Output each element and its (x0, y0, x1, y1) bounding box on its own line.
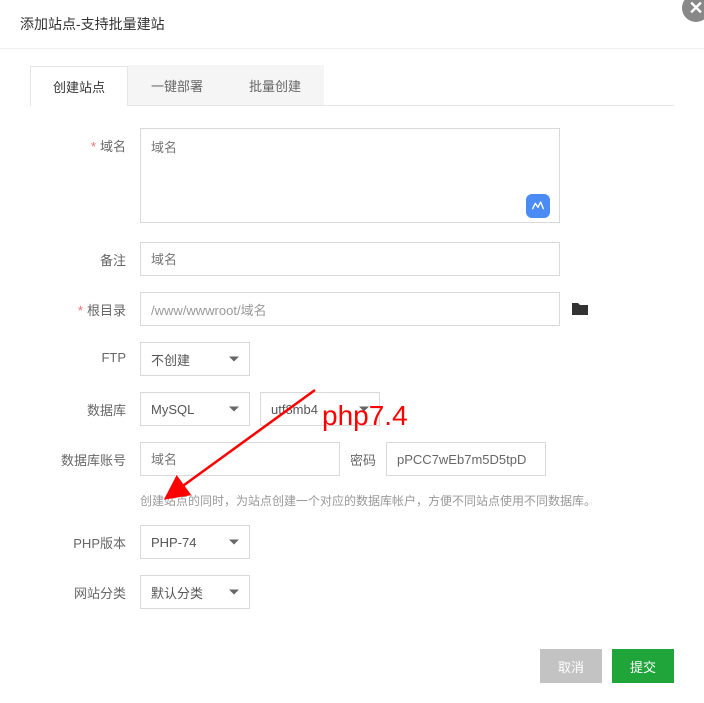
row-db-account: 数据库账号 密码 创建站点的同时，为站点创建一个对应的数据库帐户，方便不同站点使… (30, 442, 674, 509)
label-db-password: 密码 (350, 450, 376, 469)
db-help-text: 创建站点的同时，为站点创建一个对应的数据库帐户，方便不同站点使用不同数据库。 (140, 492, 674, 509)
add-site-modal: ✕ 添加站点-支持批量建站 创建站点 一键部署 批量创建 *域名 (0, 0, 704, 703)
category-select[interactable]: 默认分类 (140, 575, 250, 609)
database-type-select[interactable]: MySQL (140, 392, 250, 426)
row-ftp: FTP 不创建 (30, 342, 674, 376)
db-user-input[interactable] (140, 442, 340, 476)
db-password-input[interactable] (386, 442, 546, 476)
row-category: 网站分类 默认分类 (30, 575, 674, 609)
php-version-select[interactable]: PHP-74 (140, 525, 250, 559)
required-mark: * (78, 303, 83, 318)
row-database: 数据库 MySQL utf8mb4 (30, 392, 674, 426)
cancel-button[interactable]: 取消 (540, 649, 602, 683)
close-icon: ✕ (688, 0, 703, 19)
root-input[interactable] (140, 292, 560, 326)
modal-title: 添加站点-支持批量建站 (0, 0, 704, 49)
modal-footer: 取消 提交 (0, 635, 704, 703)
row-root: *根目录 (30, 292, 674, 326)
required-mark: * (91, 139, 96, 154)
label-root: *根目录 (30, 292, 140, 319)
label-db-account: 数据库账号 (30, 442, 140, 469)
ftp-select[interactable]: 不创建 (140, 342, 250, 376)
row-php-version: PHP版本 PHP-74 (30, 525, 674, 559)
label-domain: *域名 (30, 128, 140, 155)
tab-one-click-deploy[interactable]: 一键部署 (128, 65, 226, 105)
domain-textarea[interactable] (140, 128, 560, 223)
label-remark: 备注 (30, 242, 140, 269)
submit-button[interactable]: 提交 (612, 649, 674, 683)
database-charset-select[interactable]: utf8mb4 (260, 392, 380, 426)
row-domain: *域名 (30, 128, 674, 226)
remark-input[interactable] (140, 242, 560, 276)
tabs: 创建站点 一键部署 批量创建 (30, 65, 674, 106)
label-category: 网站分类 (30, 575, 140, 602)
row-remark: 备注 (30, 242, 674, 276)
label-php-version: PHP版本 (30, 525, 140, 552)
assistant-icon[interactable] (526, 194, 550, 218)
folder-icon[interactable] (570, 301, 590, 317)
tab-batch-create[interactable]: 批量创建 (226, 65, 324, 105)
label-ftp: FTP (30, 342, 140, 365)
modal-body: 创建站点 一键部署 批量创建 *域名 备注 (0, 49, 704, 635)
tab-create-site[interactable]: 创建站点 (30, 66, 128, 106)
label-database: 数据库 (30, 392, 140, 419)
